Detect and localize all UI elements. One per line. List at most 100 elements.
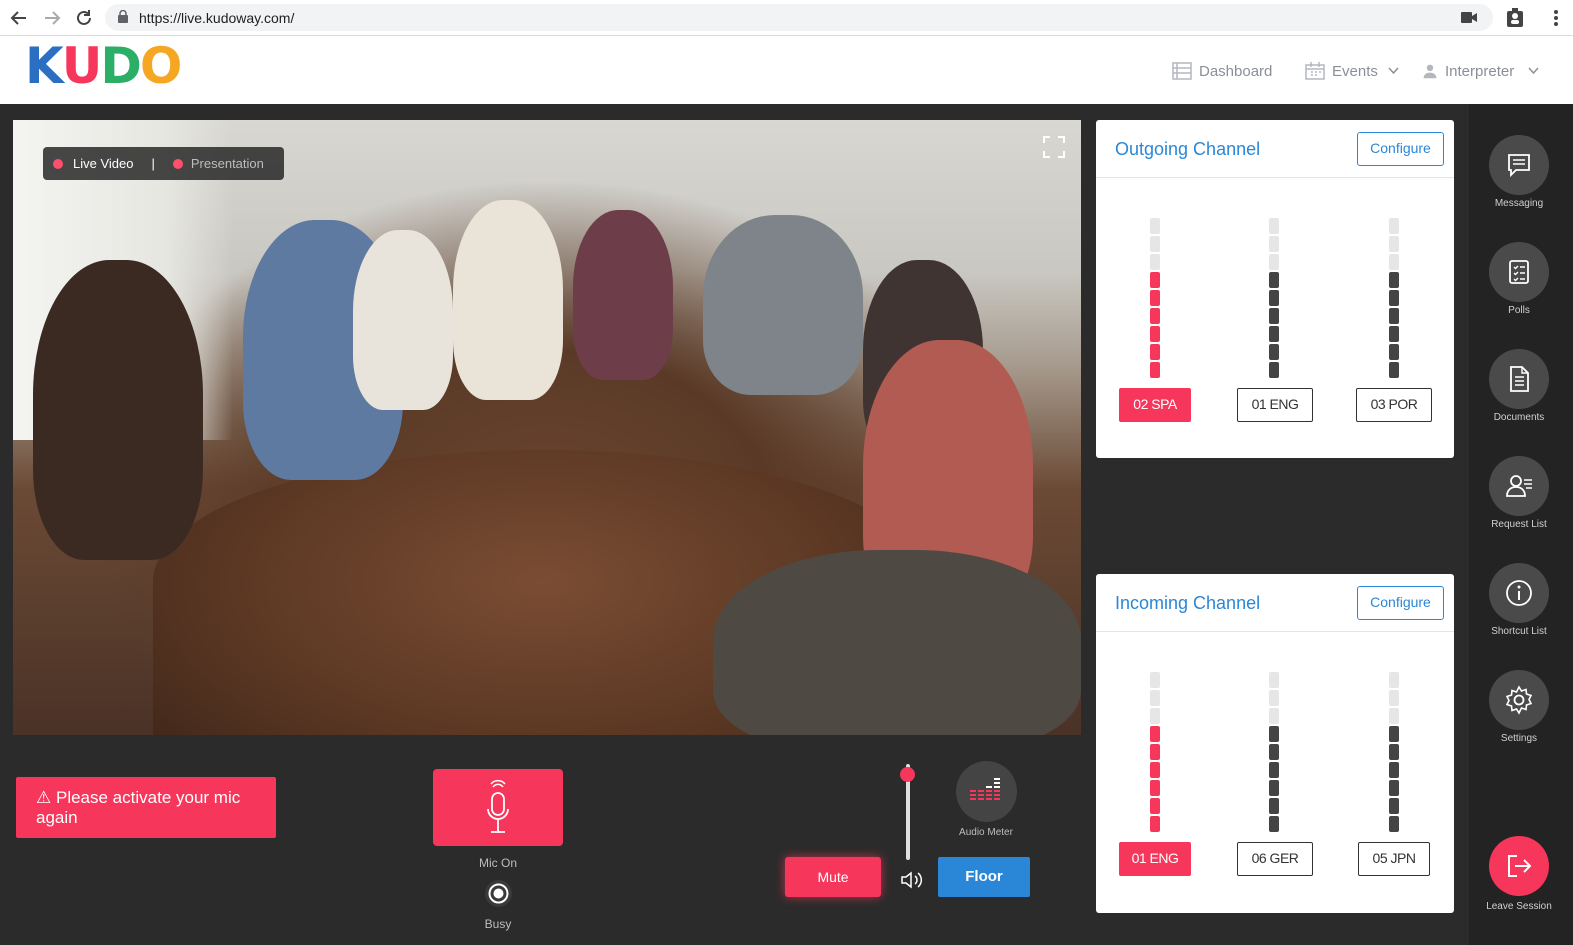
channel-button-06-ger[interactable]: 06 GER (1237, 842, 1313, 876)
sidebar-item-shortcut-list[interactable]: Shortcut List (1469, 563, 1569, 637)
sidebar-item-documents[interactable]: Documents (1469, 349, 1569, 423)
leave-session[interactable]: Leave Session (1469, 836, 1569, 912)
nav-events-label: Events (1332, 62, 1378, 80)
incoming-configure-button[interactable]: Configure (1357, 586, 1444, 620)
mic-warning-banner: ⚠ Please activate your mic again (16, 777, 276, 838)
live-video-feed[interactable]: Live Video | Presentation (13, 120, 1081, 735)
mic-toggle-button[interactable] (433, 769, 563, 846)
kebab-menu-icon[interactable] (1548, 8, 1564, 28)
live-indicator-dot (53, 158, 63, 169)
meter-segment (1150, 744, 1160, 760)
incoming-channel-card: Incoming Channel Configure 01 ENG 06 GER… (1096, 574, 1454, 913)
sidebar-label: Shortcut List (1491, 626, 1547, 637)
logo-letter: K (25, 37, 64, 95)
video-source-tabs: Live Video | Presentation (43, 147, 284, 180)
volume-slider-handle[interactable] (900, 767, 915, 782)
extension-icon[interactable] (1506, 8, 1524, 28)
warning-icon: ⚠ (36, 788, 52, 807)
back-arrow-icon[interactable] (8, 7, 30, 29)
lock-icon (118, 10, 128, 23)
meter-segment (1389, 690, 1399, 706)
busy-label: Busy (484, 917, 512, 931)
meter-segment (1150, 690, 1160, 706)
video-person (713, 550, 1081, 735)
reload-icon[interactable] (73, 7, 95, 29)
meter-segment (1269, 362, 1279, 378)
sidebar-label: Polls (1508, 305, 1530, 316)
mute-button[interactable]: Mute (785, 857, 881, 897)
camera-icon[interactable] (1461, 12, 1477, 23)
sidebar-item-messaging[interactable]: Messaging (1469, 135, 1569, 209)
sidebar-button[interactable] (1489, 563, 1549, 623)
sidebar-button[interactable] (1489, 135, 1549, 195)
gear-icon (1505, 685, 1533, 715)
tab-live-video[interactable]: Live Video (73, 156, 133, 171)
meter-segment (1150, 708, 1160, 724)
channel-level-meter (1389, 672, 1399, 833)
fullscreen-icon[interactable] (1043, 136, 1065, 158)
outgoing-configure-button[interactable]: Configure (1357, 132, 1444, 166)
microphone-icon (487, 779, 509, 833)
sidebar-button[interactable] (1489, 242, 1549, 302)
sidebar-item-request-list[interactable]: Request List (1469, 456, 1569, 530)
channel-level-meter (1269, 218, 1279, 379)
channel-button-03-por[interactable]: 03 POR (1356, 388, 1432, 422)
nav-dashboard-label: Dashboard (1199, 62, 1273, 80)
channel-button-01-eng[interactable]: 01 ENG (1119, 842, 1191, 876)
meter-segment (1269, 762, 1279, 778)
calendar-icon (1305, 62, 1325, 80)
channel-level-meter (1389, 218, 1399, 379)
channel-button-01-eng[interactable]: 01 ENG (1237, 388, 1313, 422)
address-bar[interactable]: https://live.kudoway.com/ (105, 4, 1493, 31)
polls-icon (1509, 260, 1529, 284)
meter-segment (1389, 762, 1399, 778)
meter-segment (1150, 362, 1160, 378)
right-sidebar: Messaging Polls Documents Request List S… (1469, 104, 1573, 945)
nav-interpreter[interactable]: Interpreter (1422, 62, 1539, 80)
meter-segment (1389, 726, 1399, 742)
busy-toggle[interactable] (485, 880, 512, 907)
audio-meter-button[interactable] (956, 761, 1017, 822)
meter-segment (1389, 308, 1399, 324)
channel-button-02-spa[interactable]: 02 SPA (1119, 388, 1191, 422)
channel-level-meter (1150, 218, 1160, 379)
meter-segment (1389, 672, 1399, 688)
meter-segment (1150, 762, 1160, 778)
channel-button-05-jpn[interactable]: 05 JPN (1358, 842, 1430, 876)
meter-segment (1269, 726, 1279, 742)
document-icon (1510, 366, 1529, 392)
forward-arrow-icon[interactable] (41, 7, 63, 29)
video-person (33, 260, 203, 560)
chevron-down-icon (1528, 67, 1539, 75)
meter-segment (1389, 744, 1399, 760)
sidebar-button[interactable] (1489, 456, 1549, 516)
logo-letter: U (61, 37, 103, 95)
floor-button[interactable]: Floor (938, 857, 1030, 897)
meter-segment (1150, 254, 1160, 270)
sidebar-button[interactable] (1489, 349, 1549, 409)
sidebar-item-settings[interactable]: Settings (1469, 670, 1569, 744)
sidebar-label: Settings (1500, 733, 1538, 744)
chevron-down-icon (1388, 67, 1399, 75)
tab-presentation[interactable]: Presentation (191, 156, 264, 171)
meter-segment (1269, 708, 1279, 724)
nav-events[interactable]: Events (1305, 62, 1399, 80)
nav-dashboard[interactable]: Dashboard (1172, 62, 1272, 80)
browser-toolbar: https://live.kudoway.com/ (0, 0, 1573, 36)
meter-segment (1150, 290, 1160, 306)
sidebar-item-polls[interactable]: Polls (1469, 242, 1569, 316)
sidebar-label: Messaging (1494, 198, 1544, 209)
meter-segment (1269, 272, 1279, 288)
leave-session-button[interactable] (1489, 836, 1549, 896)
meter-segment (1269, 672, 1279, 688)
video-person (573, 210, 673, 380)
video-person (453, 200, 563, 400)
meter-segment (1150, 326, 1160, 342)
meter-segment (1269, 816, 1279, 832)
radio-icon (488, 883, 509, 904)
sidebar-button[interactable] (1489, 670, 1549, 730)
kudo-logo[interactable]: K U D O (25, 37, 182, 95)
speaker-icon (901, 871, 923, 889)
url-text: https://live.kudoway.com/ (139, 10, 295, 26)
message-icon (1508, 154, 1530, 178)
